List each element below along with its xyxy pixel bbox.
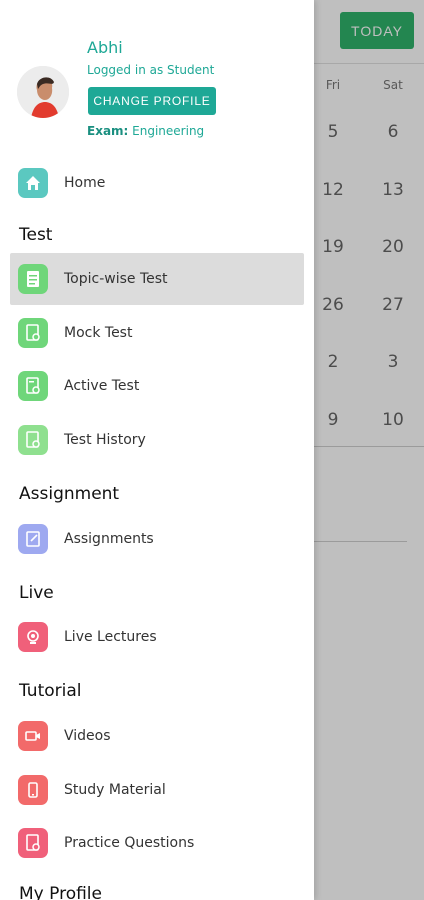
menu-item-topic-wise-test[interactable]: Topic-wise Test <box>10 253 304 305</box>
practice-questions-icon <box>18 828 48 858</box>
menu-item-label: Videos <box>64 728 111 744</box>
menu-item-videos[interactable]: Videos <box>0 710 314 762</box>
menu-item-active-test[interactable]: Active Test <box>0 360 314 412</box>
section-heading-live: Live <box>19 583 54 603</box>
menu-item-label: Study Material <box>64 782 166 798</box>
menu-item-label: Test History <box>64 432 146 448</box>
history-icon <box>18 425 48 455</box>
exam-value: Engineering <box>132 124 205 138</box>
section-heading-assignment: Assignment <box>19 484 120 504</box>
menu-item-label: Home <box>64 175 106 191</box>
menu-item-home[interactable]: Home <box>0 157 314 209</box>
test-icon <box>18 264 48 294</box>
exam-label: Exam: <box>87 124 129 138</box>
menu-item-label: Topic-wise Test <box>64 271 168 287</box>
menu-item-label: Mock Test <box>64 325 133 341</box>
menu-item-assignments[interactable]: Assignments <box>0 513 314 565</box>
mock-test-icon <box>18 318 48 348</box>
assignment-icon <box>18 524 48 554</box>
profile-header: Abhi Logged in as Student CHANGE PROFILE… <box>0 0 314 160</box>
live-icon <box>18 622 48 652</box>
menu-item-study-material[interactable]: Study Material <box>0 764 314 816</box>
menu-item-mock-test[interactable]: Mock Test <box>0 307 314 359</box>
menu-item-label: Assignments <box>64 531 154 547</box>
navigation-drawer: Abhi Logged in as Student CHANGE PROFILE… <box>0 0 314 900</box>
video-icon <box>18 721 48 751</box>
avatar <box>17 66 69 118</box>
user-role: Logged in as Student <box>87 63 215 77</box>
active-test-icon <box>18 371 48 401</box>
study-material-icon <box>18 775 48 805</box>
menu-item-label: Practice Questions <box>64 835 195 851</box>
exam-info: Exam: Engineering <box>87 124 204 138</box>
menu-item-label: Live Lectures <box>64 629 157 645</box>
menu-item-label: Active Test <box>64 378 140 394</box>
section-heading-test: Test <box>19 225 53 245</box>
user-name: Abhi <box>87 38 123 57</box>
menu-item-practice-questions[interactable]: Practice Questions <box>0 817 314 869</box>
menu-item-test-history[interactable]: Test History <box>0 414 314 466</box>
menu-item-live-lectures[interactable]: Live Lectures <box>0 611 314 663</box>
change-profile-button[interactable]: CHANGE PROFILE <box>88 87 216 115</box>
section-heading-my-profile: My Profile <box>19 884 102 900</box>
section-heading-tutorial: Tutorial <box>19 681 82 701</box>
home-icon <box>18 168 48 198</box>
